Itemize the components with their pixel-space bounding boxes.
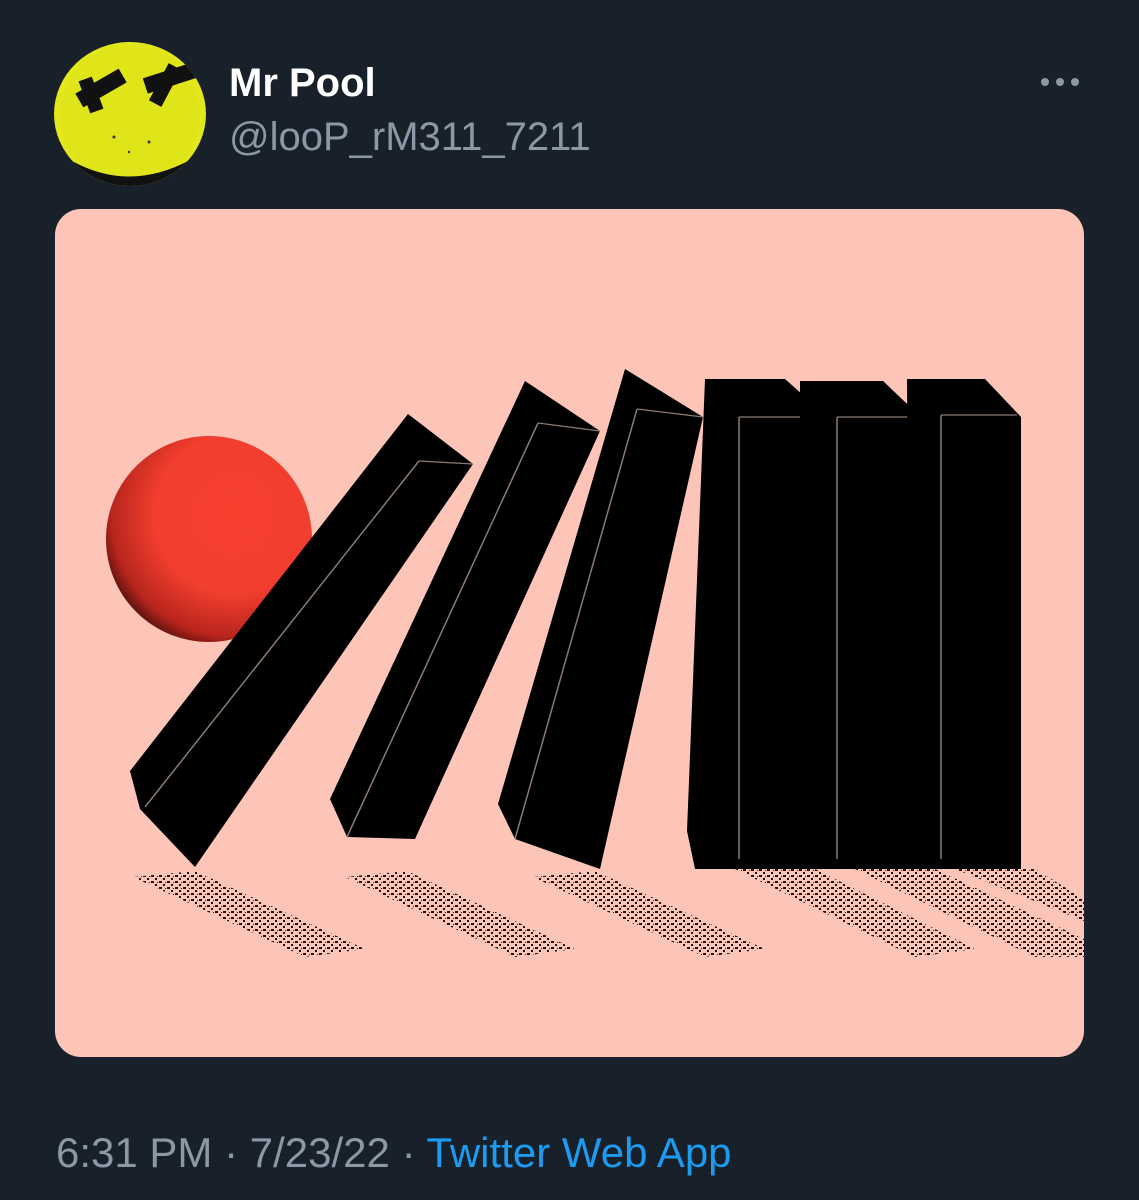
avatar[interactable] xyxy=(54,42,206,186)
more-horizontal-icon xyxy=(1041,78,1079,86)
tweet-media-image[interactable] xyxy=(55,209,1084,1057)
domino-6 xyxy=(907,379,1021,869)
display-name[interactable]: Mr Pool xyxy=(229,60,376,106)
dominoes-illustration xyxy=(106,369,1084,957)
avatar-image xyxy=(54,42,206,186)
tweet-source-link[interactable]: Twitter Web App xyxy=(427,1129,732,1176)
domino-5 xyxy=(800,381,925,869)
tweet-time[interactable]: 6:31 PM xyxy=(56,1129,212,1176)
separator-dot: · xyxy=(401,1129,416,1176)
user-handle[interactable]: @looP_rM311_7211 xyxy=(229,114,591,160)
tweet: Mr Pool @looP_rM311_7211 6:31 PM · 7/23/… xyxy=(0,0,1139,1200)
tweet-metadata: 6:31 PM · 7/23/22 · Twitter Web App xyxy=(56,1128,732,1178)
more-options-button[interactable] xyxy=(1030,62,1090,102)
separator-dot: · xyxy=(224,1129,239,1176)
tweet-date[interactable]: 7/23/22 xyxy=(250,1129,390,1176)
domino-shadows xyxy=(133,869,1084,957)
